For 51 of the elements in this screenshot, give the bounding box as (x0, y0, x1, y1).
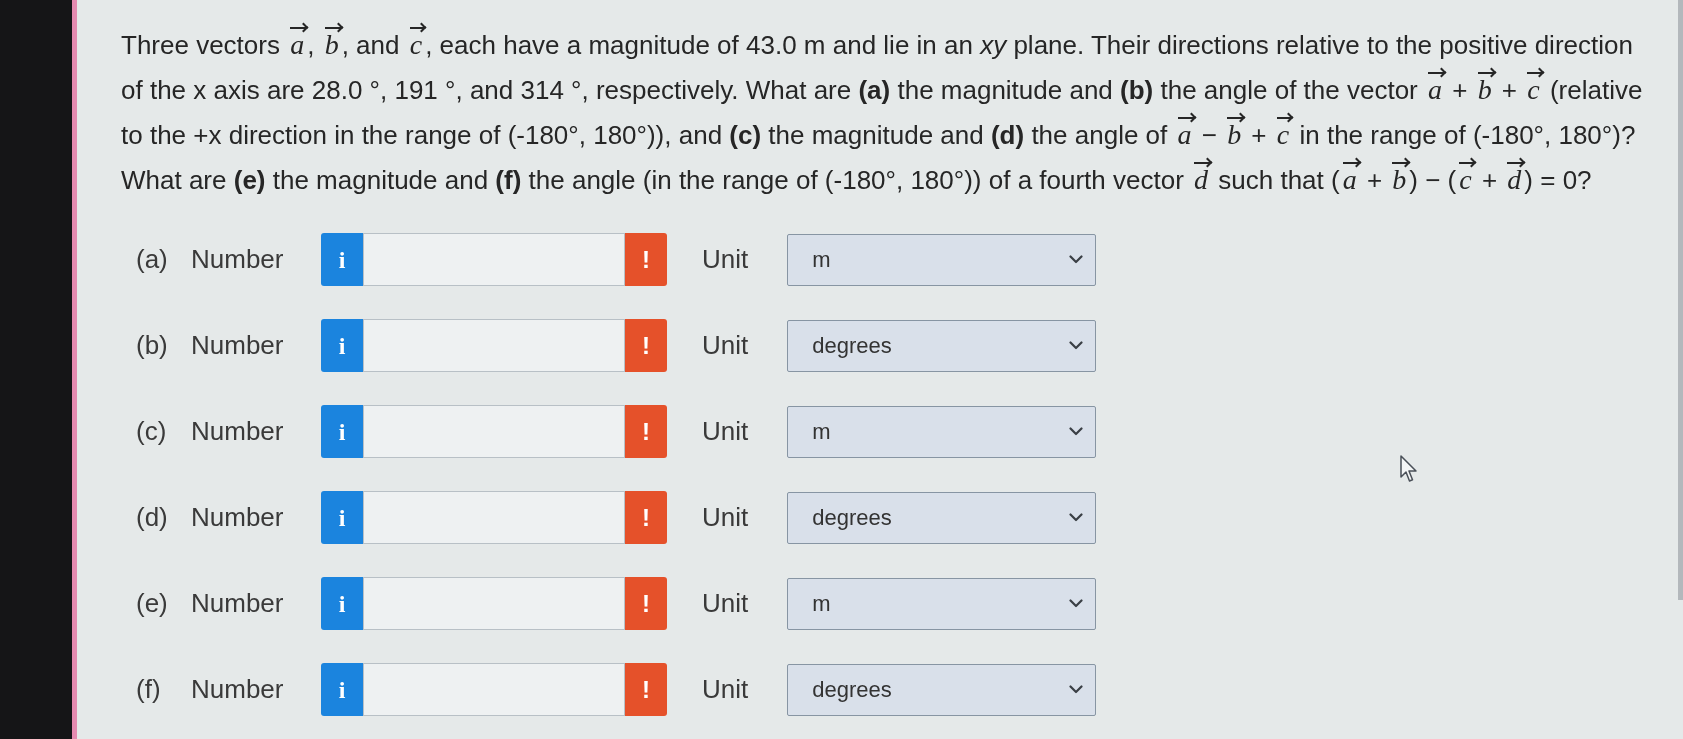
info-button[interactable]: i (321, 577, 363, 630)
info-button[interactable]: i (321, 405, 363, 458)
unit-dropdown[interactable]: degrees (787, 491, 1097, 544)
number-input[interactable] (363, 663, 625, 716)
field-label: Number (191, 673, 285, 706)
unit-label: Unit (702, 329, 749, 362)
alert-button[interactable]: ! (625, 663, 667, 716)
chevron-down-icon (1069, 255, 1084, 264)
alert-button[interactable]: ! (625, 405, 667, 458)
chevron-down-icon (1069, 513, 1084, 522)
chevron-down-icon (1069, 427, 1084, 436)
number-input[interactable] (363, 491, 625, 544)
part-label: (c) (136, 415, 168, 448)
number-input[interactable] (363, 319, 625, 372)
unit-label: Unit (702, 501, 749, 534)
info-button[interactable]: i (321, 491, 363, 544)
field-label: Number (191, 501, 285, 534)
scrollbar-thumb[interactable] (1678, 0, 1683, 600)
alert-button[interactable]: ! (625, 491, 667, 544)
unit-dropdown[interactable]: m (787, 233, 1097, 286)
question-text: Three vectors a, b, and c, each have a magnitude of 43.0 m and lie in an xy plane. Their directions relative to the positive direction of the x axis are 28.0 °, 191 °, and 314 °, respectively. What are (a) the magnitude and (b) the angle of the vector a + b + c (relative to the +x direction in the range of (-180°, 180°)), and (c) the magnitude and (d) the angle of a − b + c in the range of (-180°, 180°)? What are (e) the magnitude and (f) the angle (in the range of (-180°, 180°)) of a fourth vector d such that (a + b) − (c + d) = 0? (121, 23, 1646, 203)
part-label: (d) (136, 501, 169, 534)
part-label: (a) (136, 243, 169, 276)
unit-label: Unit (702, 673, 749, 706)
info-button[interactable]: i (321, 319, 363, 372)
number-input[interactable] (363, 577, 625, 630)
field-label: Number (191, 243, 285, 276)
cursor-icon (1400, 455, 1418, 483)
alert-button[interactable]: ! (625, 577, 667, 630)
unit-label: Unit (702, 587, 749, 620)
field-label: Number (191, 587, 285, 620)
alert-button[interactable]: ! (625, 233, 667, 286)
part-label: (f) (136, 673, 162, 706)
chevron-down-icon (1069, 599, 1084, 608)
unit-dropdown[interactable]: m (787, 577, 1097, 630)
field-label: Number (191, 415, 285, 448)
part-label: (e) (136, 587, 169, 620)
unit-dropdown[interactable]: degrees (787, 663, 1097, 716)
alert-button[interactable]: ! (625, 319, 667, 372)
unit-dropdown[interactable]: degrees (787, 319, 1097, 372)
chevron-down-icon (1069, 341, 1084, 350)
number-input[interactable] (363, 233, 625, 286)
part-label: (b) (136, 329, 169, 362)
info-button[interactable]: i (321, 233, 363, 286)
number-input[interactable] (363, 405, 625, 458)
unit-label: Unit (702, 415, 749, 448)
info-button[interactable]: i (321, 663, 363, 716)
field-label: Number (191, 329, 285, 362)
unit-label: Unit (702, 243, 749, 276)
unit-dropdown[interactable]: m (787, 405, 1097, 458)
chevron-down-icon (1069, 685, 1084, 694)
